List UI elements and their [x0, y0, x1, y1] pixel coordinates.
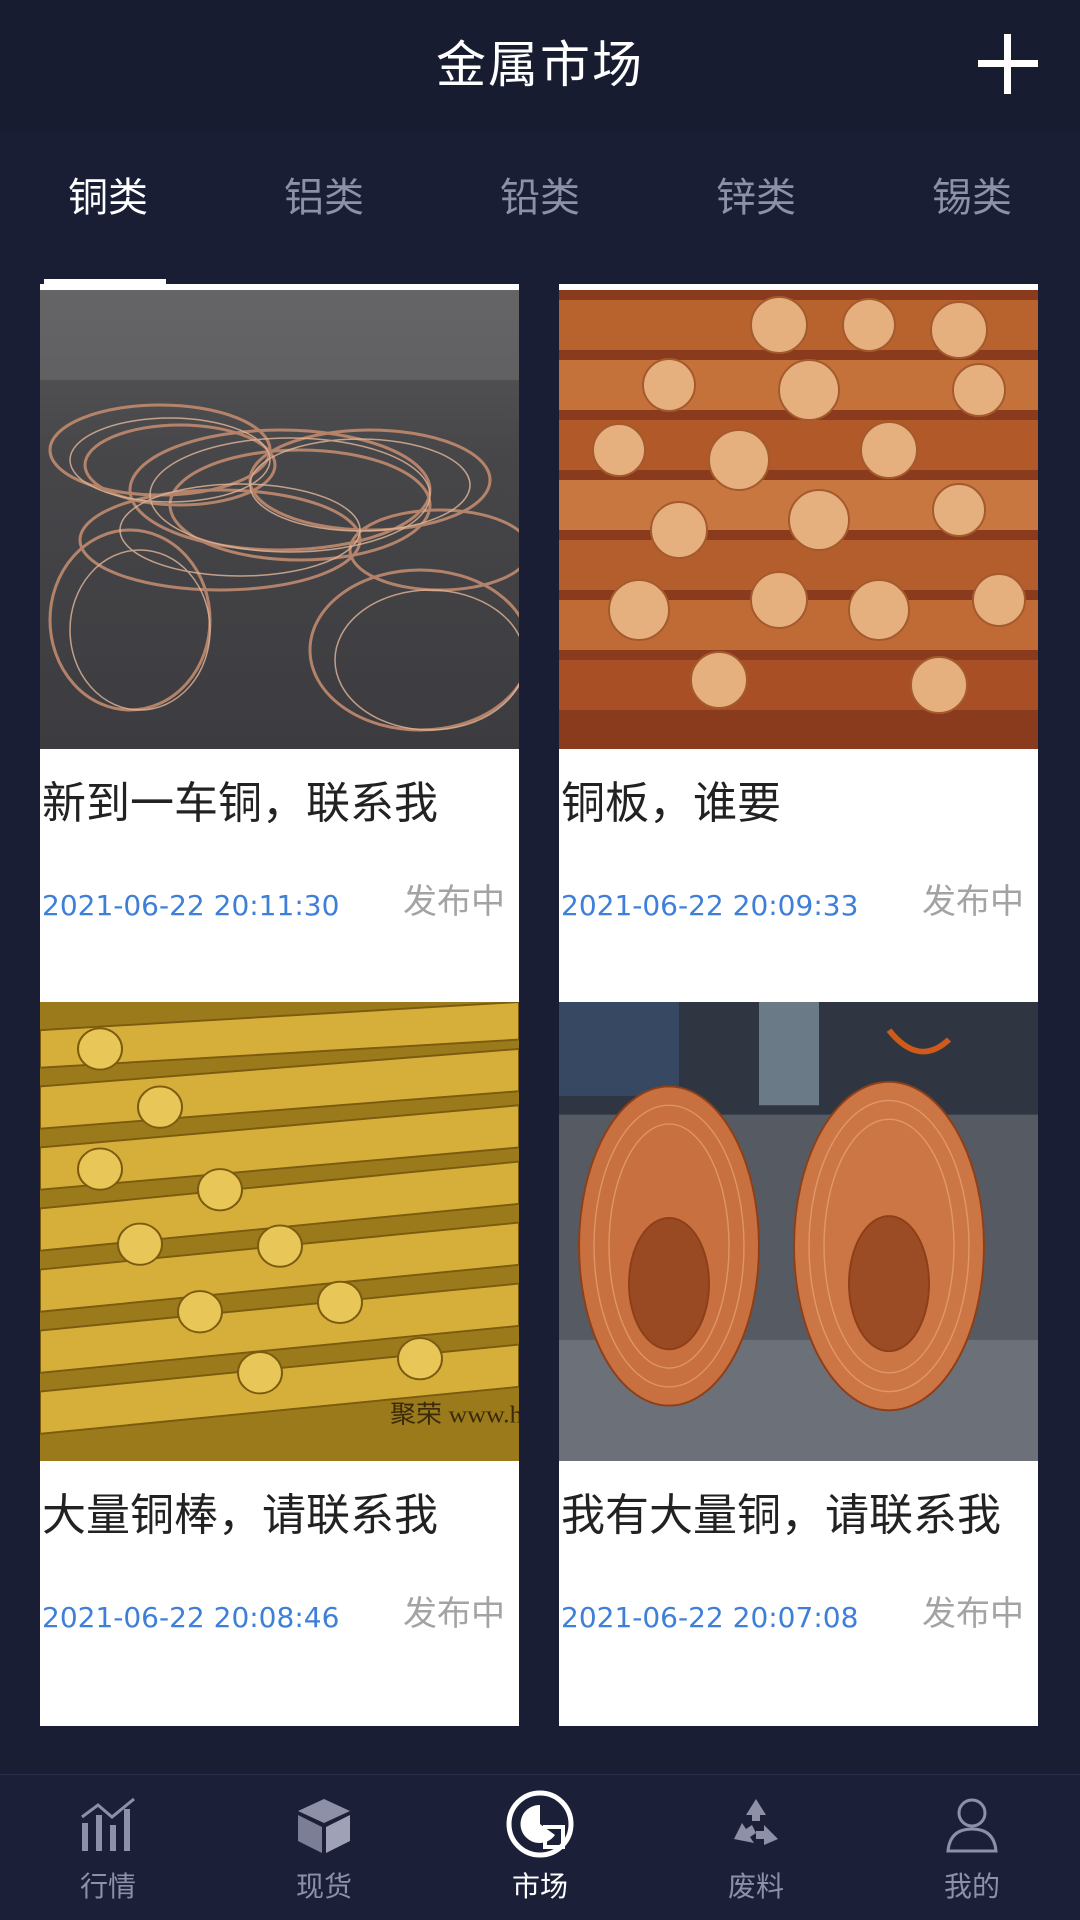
- listing-title: 新到一车铜，联系我: [42, 778, 438, 829]
- page-title: 金属市场: [436, 36, 644, 94]
- plus-icon: [978, 34, 1038, 94]
- photo-watermark: 聚荣 www.hua: [390, 1401, 519, 1428]
- listing-card[interactable]: 聚荣 www.hua 大量铜棒，请联系我 2021-06-22 20:08:46…: [40, 996, 519, 1726]
- listing-time: 2021-06-22 20:07:08: [561, 1601, 859, 1634]
- nav-item-spot[interactable]: 现货: [216, 1775, 432, 1920]
- copper-rods-photo: [559, 290, 1038, 749]
- nav-item-quotes[interactable]: 行情: [0, 1775, 216, 1920]
- header-bar: 金属市场: [0, 0, 1080, 132]
- category-tabs: 铜类 铝类 铅类 锌类 锡类: [0, 132, 1080, 287]
- listing-title: 我有大量铜，请联系我: [561, 1490, 1001, 1541]
- box-icon: [298, 1799, 350, 1853]
- listing-title: 大量铜棒，请联系我: [42, 1490, 438, 1541]
- nav-label: 废料: [727, 1870, 784, 1903]
- tab-aluminum[interactable]: 铝类: [216, 170, 432, 226]
- listing-card[interactable]: 铜板，谁要 2021-06-22 20:09:33 发布中: [559, 284, 1038, 1014]
- nav-label: 行情: [79, 1870, 136, 1903]
- listing-status: 发布中: [403, 1594, 505, 1634]
- nav-item-profile[interactable]: 我的: [864, 1775, 1080, 1920]
- listing-card[interactable]: 新到一车铜，联系我 2021-06-22 20:11:30 发布中: [40, 284, 519, 1014]
- nav-label: 我的: [943, 1870, 1000, 1903]
- recycle-icon: [734, 1799, 778, 1845]
- copper-coils-photo: [559, 1002, 1038, 1461]
- listing-time: 2021-06-22 20:09:33: [561, 889, 859, 922]
- listing-time: 2021-06-22 20:11:30: [42, 889, 340, 922]
- tab-tin[interactable]: 锡类: [864, 170, 1080, 226]
- chart-icon: [81, 1797, 135, 1851]
- listing-status: 发布中: [922, 882, 1024, 922]
- tab-lead[interactable]: 铅类: [432, 170, 648, 226]
- market-icon: [506, 1790, 574, 1858]
- nav-label: 现货: [295, 1870, 352, 1903]
- listing-time: 2021-06-22 20:08:46: [42, 1601, 340, 1634]
- app-root: 金属市场 铜类 铝类 铅类 锌类 锡类 新到一车铜，联系我 2021-06-22…: [0, 0, 1080, 1920]
- nav-item-market[interactable]: 市场: [432, 1775, 648, 1920]
- user-icon: [946, 1798, 998, 1853]
- tab-zinc[interactable]: 锌类: [648, 170, 864, 226]
- listing-card[interactable]: 我有大量铜，请联系我 2021-06-22 20:07:08 发布中: [559, 996, 1038, 1726]
- listing-status: 发布中: [403, 882, 505, 922]
- listing-status: 发布中: [922, 1594, 1024, 1634]
- copper-wire-scrap-photo: [40, 290, 519, 749]
- brass-bars-photo: 聚荣 www.hua: [40, 1002, 519, 1461]
- add-button[interactable]: [976, 32, 1040, 96]
- tab-copper[interactable]: 铜类: [0, 170, 216, 226]
- nav-item-scrap[interactable]: 废料: [648, 1775, 864, 1920]
- nav-label: 市场: [511, 1870, 568, 1903]
- bottom-navigation: 行情 现货 市场 废料 我的: [0, 1774, 1080, 1920]
- listing-title: 铜板，谁要: [561, 778, 781, 829]
